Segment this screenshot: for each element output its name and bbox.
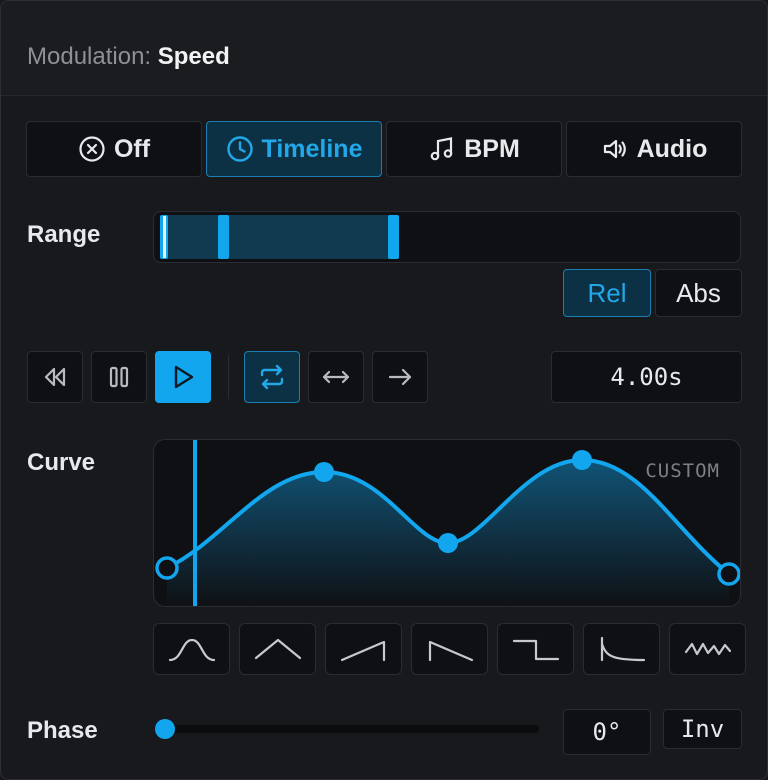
curve-point[interactable] (314, 462, 334, 482)
modulation-panel: Modulation: Speed Off Timeline BPM Audio… (0, 0, 768, 780)
preset-ramp-down[interactable] (411, 623, 488, 675)
curve-label: Curve (27, 449, 96, 476)
mode-timeline-label: Timeline (261, 134, 363, 163)
preset-decay[interactable] (583, 623, 660, 675)
pingpong-button[interactable] (308, 351, 364, 403)
header-param: Speed (157, 43, 230, 70)
preset-noise[interactable] (669, 623, 746, 675)
range-slider[interactable] (153, 211, 741, 263)
mode-selector: Off Timeline BPM Audio (26, 121, 742, 177)
range-end-handle[interactable] (388, 215, 400, 259)
bidirectional-arrow-icon (322, 370, 350, 384)
close-circle-icon (79, 136, 105, 162)
ramp-up-icon (340, 640, 385, 662)
rewind-button[interactable] (27, 351, 83, 403)
curve-editor[interactable]: CUSTOM (153, 439, 741, 607)
range-playhead-marker (162, 216, 166, 258)
preset-step[interactable] (497, 623, 574, 675)
phase-value-field[interactable]: 0° (563, 709, 651, 755)
phase-label: Phase (27, 717, 98, 744)
mode-bpm-button[interactable]: BPM (386, 121, 562, 177)
mode-bpm-label: BPM (464, 134, 520, 163)
header-title: Modulation: Speed (27, 43, 230, 71)
oneshot-button[interactable] (372, 351, 428, 403)
preset-triangle[interactable] (239, 623, 316, 675)
loop-button[interactable] (244, 351, 300, 403)
mode-audio-label: Audio (636, 134, 708, 163)
music-note-icon (430, 137, 453, 161)
decay-icon (600, 636, 645, 662)
clock-icon (226, 136, 253, 162)
curve-presets (153, 623, 746, 675)
preset-bell[interactable] (153, 623, 230, 675)
arrow-right-icon (388, 368, 412, 386)
pause-button[interactable] (91, 351, 147, 403)
bell-curve-icon (168, 638, 215, 662)
noise-icon (684, 642, 731, 656)
play-icon (174, 365, 194, 389)
curve-end-point[interactable] (717, 562, 740, 586)
range-rel-button[interactable]: Rel (563, 269, 651, 317)
pause-icon (109, 366, 129, 388)
mode-off-button[interactable]: Off (26, 121, 202, 177)
range-start-handle[interactable] (218, 215, 230, 259)
range-label: Range (27, 221, 101, 248)
curve-playhead (193, 440, 197, 606)
invert-button[interactable]: Inv (663, 709, 742, 749)
speaker-icon (603, 139, 626, 159)
panel-header: Modulation: Speed (1, 1, 767, 96)
ramp-down-icon (428, 640, 473, 662)
range-abs-button[interactable]: Abs (655, 269, 742, 317)
step-icon (512, 639, 559, 661)
mode-audio-button[interactable]: Audio (566, 121, 742, 177)
phase-slider-knob[interactable] (155, 719, 175, 739)
range-fill (163, 215, 393, 259)
phase-slider[interactable] (165, 725, 539, 733)
curve-point[interactable] (572, 450, 592, 470)
loop-icon (260, 364, 284, 390)
curve-start-point[interactable] (155, 556, 179, 580)
mode-off-label: Off (113, 134, 151, 163)
transport-divider (228, 355, 229, 399)
mode-timeline-button[interactable]: Timeline (206, 121, 382, 177)
rewind-icon (44, 367, 66, 387)
play-button[interactable] (155, 351, 211, 403)
curve-mode-tag: CUSTOM (645, 460, 720, 482)
preset-ramp-up[interactable] (325, 623, 402, 675)
curve-point[interactable] (438, 533, 458, 553)
triangle-icon (254, 638, 301, 660)
duration-field[interactable]: 4.00s (551, 351, 742, 403)
header-prefix: Modulation: (27, 43, 152, 70)
